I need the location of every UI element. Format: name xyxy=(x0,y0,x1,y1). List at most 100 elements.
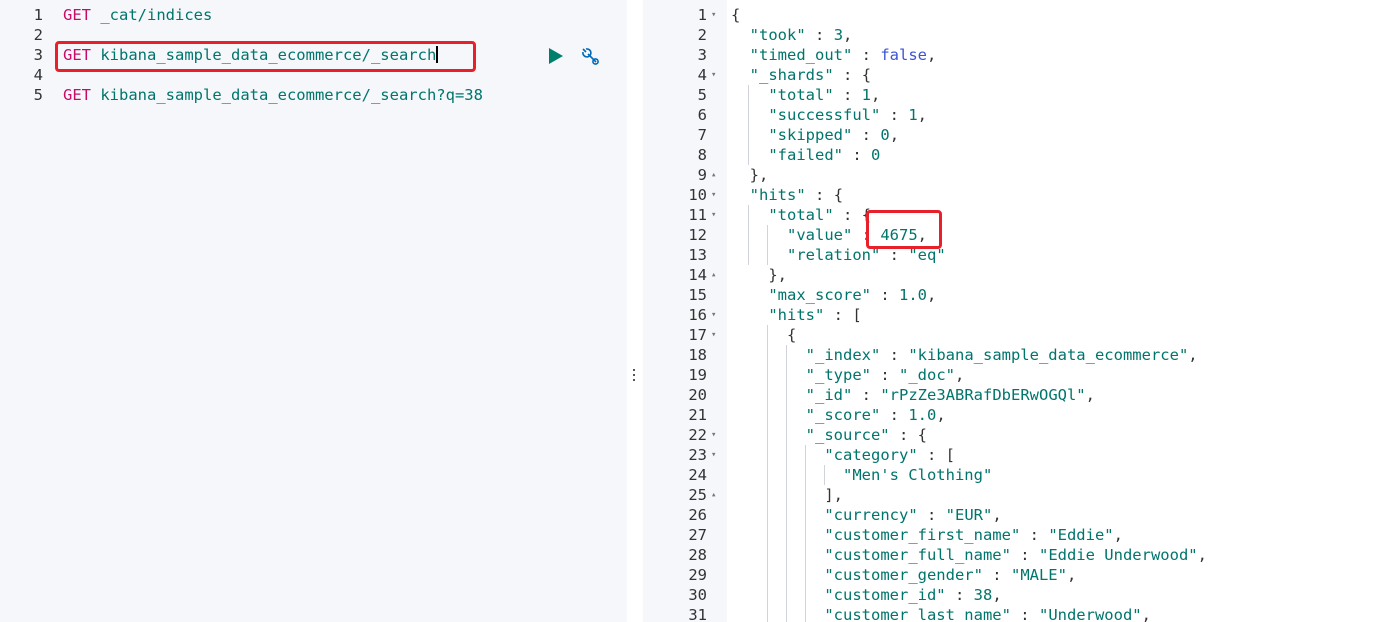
line-number: 30 xyxy=(688,586,707,604)
line-number: 6 xyxy=(697,106,707,124)
indent-guide xyxy=(767,325,768,622)
line-number: 4 xyxy=(697,66,707,84)
response-line: "total" : { xyxy=(768,206,872,224)
response-line: }, xyxy=(749,166,769,184)
response-line: "hits" : [ xyxy=(768,306,862,324)
text-cursor xyxy=(436,46,439,63)
request-editor-panel[interactable]: 12345 GET _cat/indices GET kibana_sample_… xyxy=(0,0,627,622)
line-number: 28 xyxy=(688,546,707,564)
response-line: "_score" : 1.0, xyxy=(805,406,946,424)
response-line: "customer_id" : 38, xyxy=(824,586,1002,604)
line-number: 14 xyxy=(688,266,707,284)
response-gutter: 1 ▾ 2 3 4 ▾ 5 6 7 8 9 ▴ 10 ▾ 11 ▾ 12 13 14 ▴ 15 16 ▾ 17 ▾ 18 19 20 2… xyxy=(643,0,727,622)
line-number: 9 xyxy=(697,166,707,184)
response-editor: { "took" : 3, "timed_out" : false, "_sha… xyxy=(727,0,1383,622)
http-method: GET xyxy=(63,46,91,64)
resize-grip-icon xyxy=(632,369,636,384)
indent-guide xyxy=(748,85,749,165)
line-number: 20 xyxy=(688,386,707,404)
request-path: _cat/indices xyxy=(100,6,213,24)
line-number: 4 xyxy=(33,66,43,84)
response-line: "category" : [ xyxy=(824,446,956,464)
fold-collapse-icon[interactable]: ▾ xyxy=(711,205,716,225)
wrench-icon[interactable] xyxy=(579,46,601,66)
response-line: "hits" : { xyxy=(749,186,844,204)
line-number: 26 xyxy=(688,506,707,524)
request-line[interactable] xyxy=(58,65,627,85)
line-number: 31 xyxy=(688,606,707,622)
fold-collapse-icon[interactable]: ▾ xyxy=(711,185,716,205)
response-line: "currency" : "EUR", xyxy=(824,506,1002,524)
line-number: 3 xyxy=(33,46,43,64)
response-line: "customer_full_name" : "Eddie Underwood"… xyxy=(824,546,1207,564)
line-number: 25 xyxy=(688,486,707,504)
response-line: "total" : 1, xyxy=(768,86,881,104)
response-line: "took" : 3, xyxy=(749,26,853,44)
response-line: "Men's Clothing" xyxy=(842,466,993,484)
response-line: { xyxy=(787,326,797,344)
line-number: 12 xyxy=(688,226,707,244)
response-line: "skipped" : 0, xyxy=(768,126,900,144)
panel-resizer[interactable] xyxy=(627,0,643,622)
line-number: 15 xyxy=(688,286,707,304)
request-actions xyxy=(545,46,601,66)
response-line: "value" : 4675, xyxy=(787,226,928,244)
request-line[interactable]: GET kibana_sample_data_ecommerce/_search… xyxy=(58,85,627,105)
response-line: "_id" : "rPzZe3ABRafDbERwOGQl", xyxy=(805,386,1095,404)
request-line[interactable] xyxy=(58,25,627,45)
line-number: 22 xyxy=(688,426,707,444)
line-number: 8 xyxy=(697,146,707,164)
line-number: 7 xyxy=(697,126,707,144)
line-number: 1 xyxy=(697,6,707,24)
line-number: 5 xyxy=(697,86,707,104)
response-line: "customer_first_name" : "Eddie", xyxy=(824,526,1123,544)
response-line: }, xyxy=(768,266,788,284)
line-number: 27 xyxy=(688,526,707,544)
response-line: "_type" : "_doc", xyxy=(805,366,965,384)
line-number: 29 xyxy=(688,566,707,584)
line-number: 17 xyxy=(688,326,707,344)
response-panel[interactable]: 1 ▾ 2 3 4 ▾ 5 6 7 8 9 ▴ 10 ▾ 11 ▾ 12 13 14 ▴ 15 16 ▾ 17 ▾ 18 19 20 2… xyxy=(643,0,1383,622)
fold-expand-icon[interactable]: ▴ xyxy=(711,485,716,505)
indent-guide xyxy=(767,225,768,265)
line-number: 19 xyxy=(688,366,707,384)
line-number: 5 xyxy=(33,86,43,104)
line-number: 11 xyxy=(688,206,707,224)
request-gutter: 1 2 3 4 5 xyxy=(0,0,58,622)
indent-guide xyxy=(748,205,749,265)
fold-expand-icon[interactable]: ▴ xyxy=(711,165,716,185)
response-line: "_index" : "kibana_sample_data_ecommerce… xyxy=(805,346,1198,364)
http-method: GET xyxy=(63,6,91,24)
request-path: kibana_sample_data_ecommerce/_search xyxy=(100,46,437,64)
response-line: "failed" : 0 xyxy=(768,146,881,164)
fold-collapse-icon[interactable]: ▾ xyxy=(711,425,716,445)
fold-collapse-icon[interactable]: ▾ xyxy=(711,445,716,465)
response-line: ], xyxy=(824,486,844,504)
response-line: "timed_out" : false, xyxy=(749,46,937,64)
response-line: "successful" : 1, xyxy=(768,106,928,124)
play-icon[interactable] xyxy=(545,46,567,66)
line-number: 10 xyxy=(688,186,707,204)
indent-guide xyxy=(824,465,825,485)
line-number: 1 xyxy=(33,6,43,24)
fold-expand-icon[interactable]: ▴ xyxy=(711,265,716,285)
request-path: kibana_sample_data_ecommerce/_search?q=3… xyxy=(100,86,483,104)
fold-collapse-icon[interactable]: ▾ xyxy=(711,305,716,325)
indent-guide xyxy=(786,345,787,622)
request-line[interactable]: GET _cat/indices xyxy=(58,5,627,25)
response-line: "_shards" : { xyxy=(749,66,872,84)
indent-guide xyxy=(805,445,806,622)
fold-collapse-icon[interactable]: ▾ xyxy=(711,5,716,25)
response-line: { xyxy=(731,6,741,24)
request-line[interactable]: GET kibana_sample_data_ecommerce/_search xyxy=(58,45,627,65)
line-number: 24 xyxy=(688,466,707,484)
fold-collapse-icon[interactable]: ▾ xyxy=(711,65,716,85)
fold-collapse-icon[interactable]: ▾ xyxy=(711,325,716,345)
line-number: 18 xyxy=(688,346,707,364)
line-number: 2 xyxy=(697,26,707,44)
response-line: "customer_last_name" : "Underwood", xyxy=(824,606,1151,622)
response-line: "customer_gender" : "MALE", xyxy=(824,566,1077,584)
request-editor[interactable]: GET _cat/indices GET kibana_sample_data_e… xyxy=(58,0,627,622)
response-line: "_source" : { xyxy=(805,426,928,444)
line-number: 3 xyxy=(697,46,707,64)
